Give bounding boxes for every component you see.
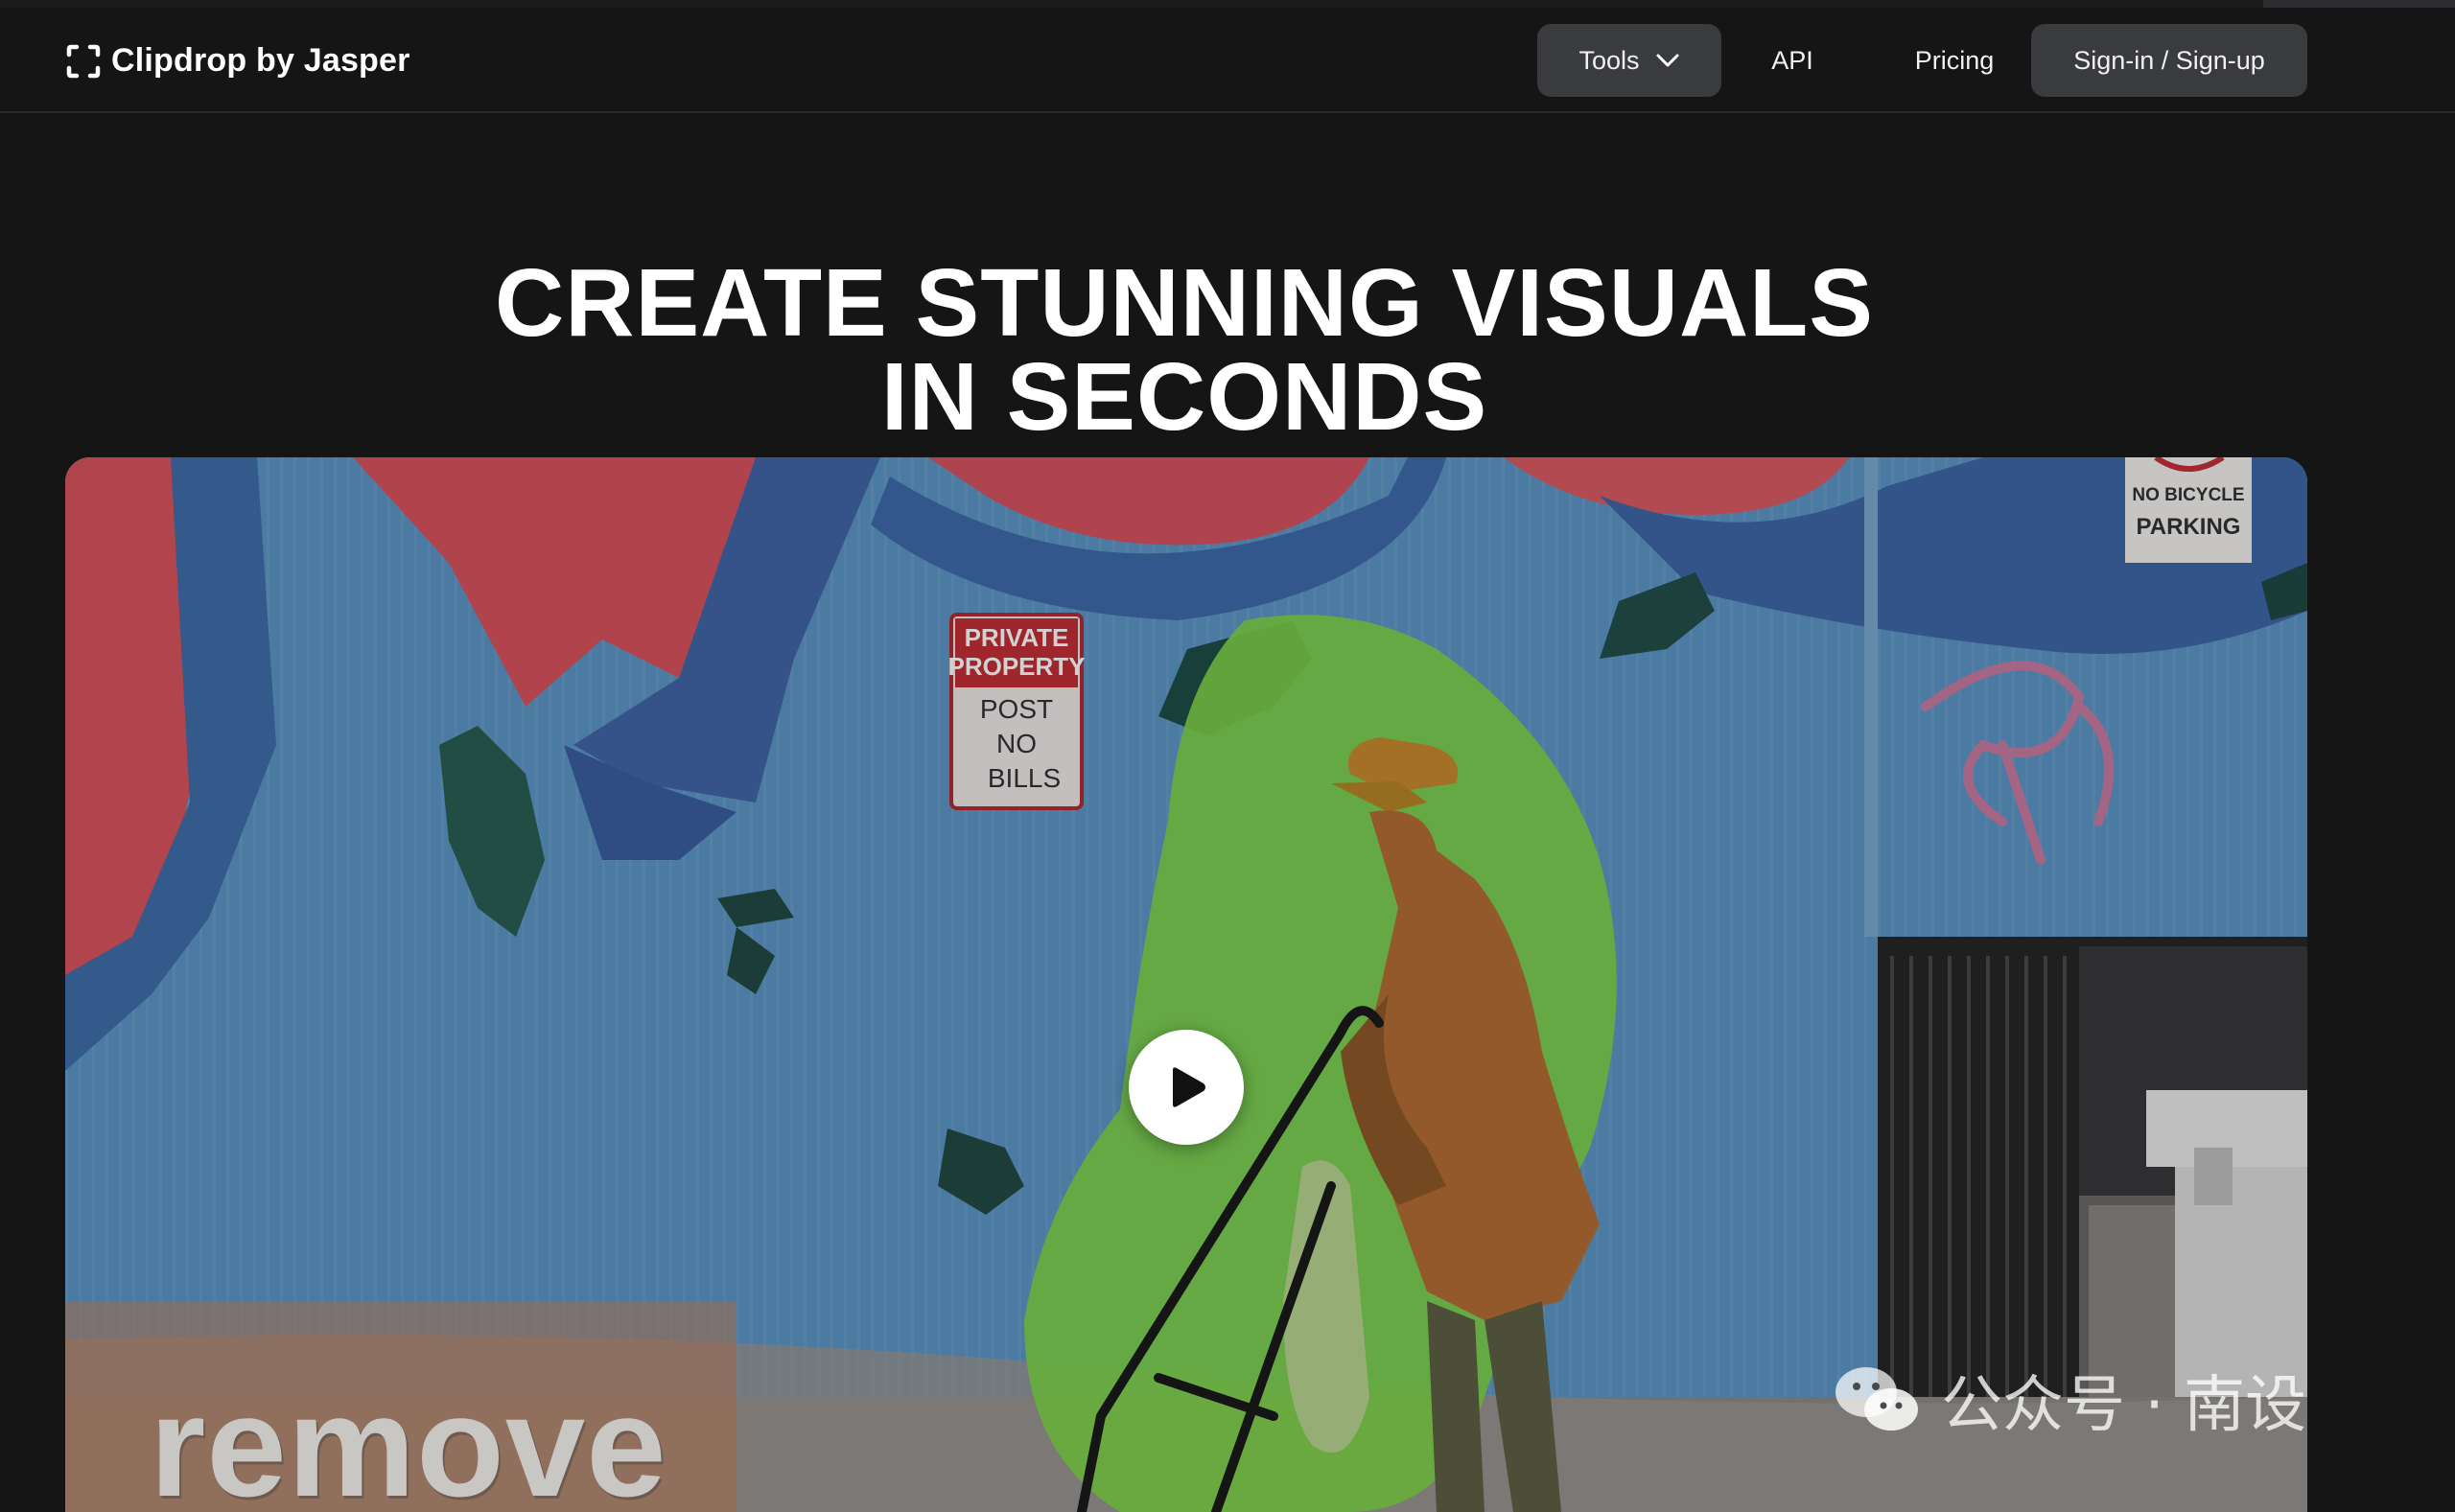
site-header: Clipdrop by Jasper Tools API Pricing Sig… xyxy=(0,8,2455,113)
chevron-down-icon xyxy=(1656,54,1679,67)
logo-text: Clipdrop by Jasper xyxy=(111,42,410,79)
api-link[interactable]: API xyxy=(1746,24,1838,97)
wechat-icon xyxy=(1835,1367,1918,1431)
pricing-link[interactable]: Pricing xyxy=(1878,24,2031,97)
top-strip xyxy=(0,0,2455,8)
hero-title-line-2: IN SECONDS xyxy=(880,343,1488,451)
logo-link[interactable]: Clipdrop by Jasper xyxy=(65,42,410,80)
tools-label: Tools xyxy=(1578,45,1640,75)
hero-title: CREATE STUNNING VISUALS IN SECONDS xyxy=(0,249,2369,451)
top-strip-accent xyxy=(2263,0,2455,8)
watermark-text: 公众号 · 南设 xyxy=(1941,1370,2307,1441)
play-button[interactable] xyxy=(1129,1030,1244,1145)
wechat-watermark: 公众号 · 南设 xyxy=(1832,1352,2306,1448)
video-overlay-word: remove xyxy=(150,1365,667,1512)
clipdrop-logo-icon xyxy=(66,44,101,78)
signin-button[interactable]: Sign-in / Sign-up xyxy=(2031,24,2307,97)
tools-dropdown-button[interactable]: Tools xyxy=(1537,24,1721,97)
play-icon xyxy=(1173,1067,1205,1107)
hero-title-line-1: CREATE STUNNING VISUALS xyxy=(495,249,1874,357)
